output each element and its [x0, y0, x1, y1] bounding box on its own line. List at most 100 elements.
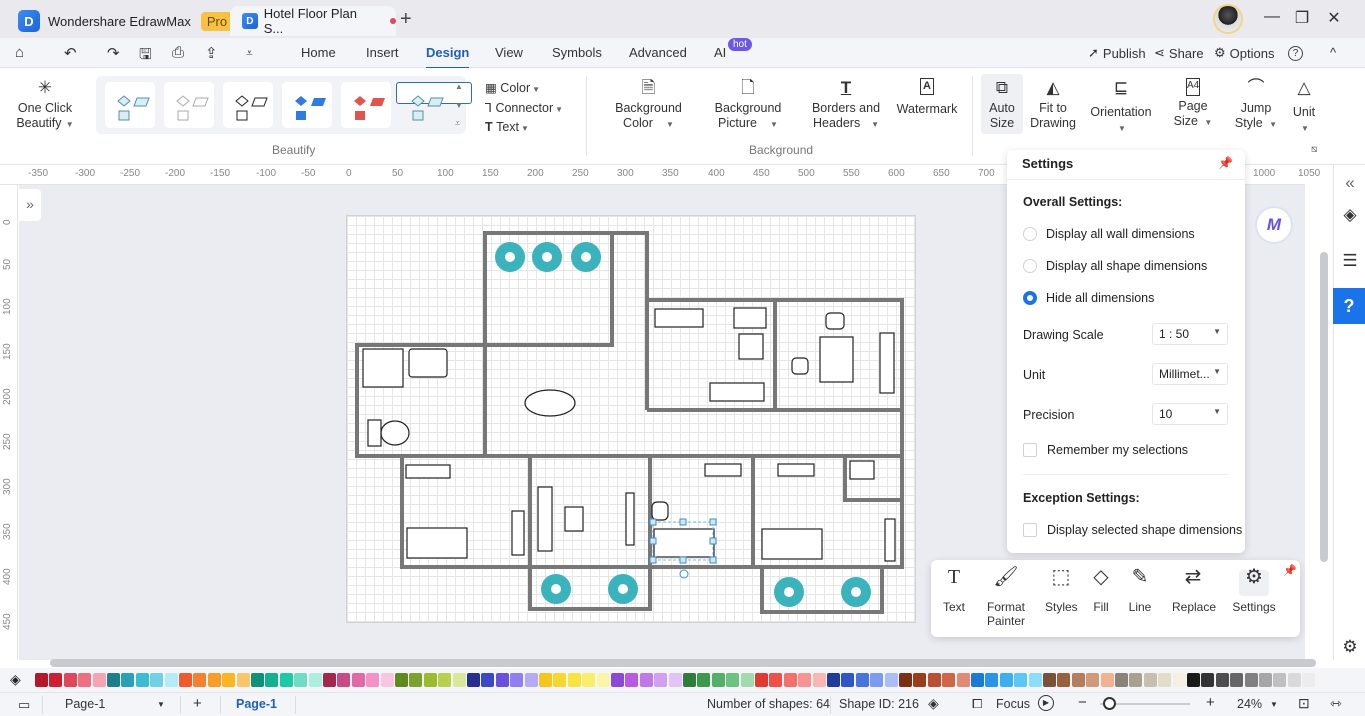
share-button[interactable]: ⋖ Share [1154, 45, 1204, 61]
color-swatch[interactable] [1115, 673, 1128, 687]
horizontal-scrollbar[interactable] [50, 659, 1316, 667]
color-swatch[interactable] [164, 673, 178, 687]
color-swatch[interactable] [1287, 673, 1301, 687]
color-swatch[interactable] [654, 673, 668, 687]
color-swatch[interactable] [1086, 673, 1100, 687]
color-swatch[interactable] [855, 673, 869, 687]
page-size-button[interactable]: A4 Page Size ▼ [1168, 78, 1218, 130]
zoom-out-button[interactable]: − [1078, 694, 1087, 711]
settings-tool-button[interactable]: ⚙ Settings [1231, 567, 1277, 614]
color-swatch[interactable] [179, 673, 192, 687]
color-swatch[interactable] [841, 673, 855, 687]
color-swatch[interactable] [207, 673, 221, 687]
color-swatch[interactable] [294, 673, 308, 687]
fill-color-icon[interactable]: ◈ [10, 671, 21, 688]
color-swatch[interactable] [1273, 673, 1287, 687]
page-list-icon[interactable]: ☰ [1334, 251, 1365, 271]
connector-dropdown[interactable]: ⅂ Connector ▼ [485, 100, 563, 115]
color-swatch[interactable] [265, 673, 279, 687]
color-swatch[interactable] [812, 673, 826, 687]
color-swatch[interactable] [1014, 673, 1028, 687]
color-swatch[interactable] [222, 673, 236, 687]
focus-mode-button[interactable]: Focus [996, 697, 1030, 711]
color-swatch[interactable] [1316, 673, 1330, 687]
text-tool-button[interactable]: T Text [941, 567, 967, 614]
color-swatch[interactable] [481, 673, 495, 687]
color-swatch[interactable] [279, 673, 293, 687]
color-swatch[interactable] [409, 673, 423, 687]
color-swatch[interactable] [35, 673, 48, 687]
color-swatch[interactable] [1129, 673, 1143, 687]
tab-advanced[interactable]: Advanced [629, 45, 687, 60]
color-swatch[interactable] [553, 673, 567, 687]
color-swatch[interactable] [783, 673, 797, 687]
help-question-icon[interactable]: ? [1333, 288, 1365, 324]
unit-select[interactable]: Millimet... ▼ [1152, 363, 1228, 385]
tab-symbols[interactable]: Symbols [552, 45, 602, 60]
color-swatch[interactable] [539, 673, 552, 687]
expand-left-panel-icon[interactable]: » [19, 189, 41, 221]
color-swatch[interactable] [683, 673, 696, 687]
color-swatch[interactable] [438, 673, 452, 687]
color-swatch[interactable] [366, 673, 380, 687]
drawing-scale-select[interactable]: 1 : 50 ▼ [1152, 323, 1228, 345]
tab-ai[interactable]: AI [714, 45, 726, 60]
color-swatch[interactable] [1244, 673, 1258, 687]
color-swatch[interactable] [625, 673, 639, 687]
color-swatch[interactable] [567, 673, 581, 687]
orientation-button[interactable]: ⊑ Orientation ▼ [1088, 78, 1154, 136]
color-swatch[interactable] [92, 673, 106, 687]
background-picture-button[interactable]: 🗋 Background Picture ▼ [705, 78, 791, 132]
color-swatch[interactable] [495, 673, 509, 687]
color-swatch[interactable] [596, 673, 610, 687]
user-avatar[interactable] [1213, 4, 1243, 34]
color-swatch[interactable] [135, 673, 149, 687]
color-swatch[interactable] [193, 673, 207, 687]
color-swatch[interactable] [467, 673, 480, 687]
drawing-page[interactable] [346, 215, 916, 623]
export-icon[interactable]: ⇪ [205, 44, 218, 62]
text-dropdown[interactable]: T Text ▼ [485, 120, 529, 134]
app-tab[interactable]: D Wondershare EdrawMax Pro [18, 6, 234, 36]
chevron-down-icon[interactable]: ▼ [157, 700, 165, 709]
color-swatch[interactable] [1172, 673, 1186, 687]
tab-insert[interactable]: Insert [366, 45, 399, 60]
color-swatch[interactable] [985, 673, 999, 687]
restore-button[interactable]: ❐ [1290, 8, 1314, 28]
line-button[interactable]: ✎ Line [1128, 567, 1152, 614]
color-swatch[interactable] [1201, 673, 1215, 687]
color-swatch[interactable] [798, 673, 812, 687]
tab-view[interactable]: View [495, 45, 523, 60]
one-click-beautify-button[interactable]: ✳ One Click Beautify ▼ [14, 78, 76, 132]
color-swatch[interactable] [697, 673, 711, 687]
color-swatch[interactable] [78, 673, 92, 687]
color-swatch[interactable] [884, 673, 898, 687]
color-swatch[interactable] [337, 673, 351, 687]
settings-gear-icon[interactable]: ⚙ [1334, 637, 1365, 657]
color-swatch[interactable] [351, 673, 365, 687]
color-swatch[interactable] [236, 673, 250, 687]
save-icon[interactable]: 🖫 [139, 44, 152, 69]
color-swatch[interactable] [899, 673, 912, 687]
color-swatch[interactable] [323, 673, 336, 687]
color-swatch[interactable] [423, 673, 437, 687]
background-color-button[interactable]: 🗎 Background Color ▼ [606, 78, 691, 132]
play-presentation-icon[interactable]: ▶ [1038, 695, 1054, 711]
color-swatch[interactable] [380, 673, 394, 687]
color-swatch[interactable] [1158, 673, 1172, 687]
auto-size-button[interactable]: ⧉ Auto Size [981, 74, 1023, 134]
fit-to-drawing-button[interactable]: ◭ Fit to Drawing [1030, 78, 1076, 131]
color-dropdown[interactable]: ▦ Color ▼ [485, 80, 540, 95]
color-swatch[interactable] [1100, 673, 1114, 687]
color-swatch[interactable] [639, 673, 653, 687]
color-swatch[interactable] [395, 673, 408, 687]
watermark-button[interactable]: A Watermark [896, 78, 958, 117]
ai-assistant-button[interactable]: M [1255, 206, 1293, 244]
help-icon[interactable]: ? [1288, 46, 1303, 61]
color-swatch[interactable] [769, 673, 783, 687]
pin-icon[interactable]: 📌 [1283, 564, 1297, 577]
print-icon[interactable]: ⎙ [172, 44, 184, 61]
radio-hide-all-dimensions[interactable]: Hide all dimensions [1023, 291, 1154, 305]
fit-page-icon[interactable]: ⊡ [1298, 695, 1310, 712]
format-painter-button[interactable]: 🖌 Format Painter [987, 567, 1025, 628]
